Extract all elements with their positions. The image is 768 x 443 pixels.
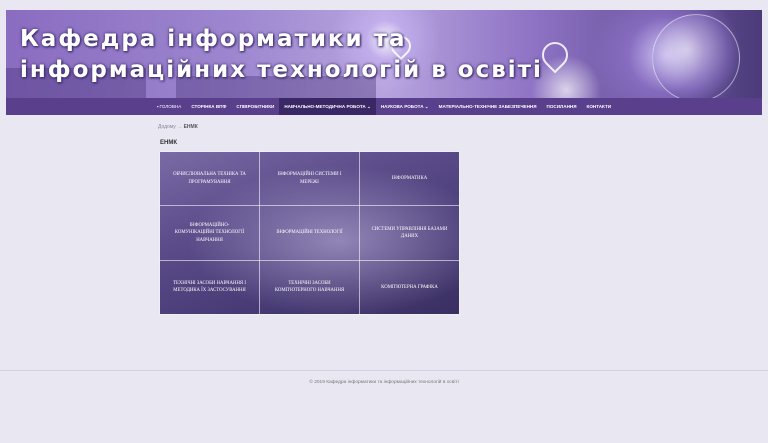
tile-information-systems-networks[interactable]: Інформаційні системи і мережі [259,150,360,207]
tile-ict-learning[interactable]: Інформаційно-комунікаційні технології на… [159,205,260,261]
tile-teaching-aids-methods[interactable]: Технічні засоби навчання і методика їх з… [159,259,260,315]
breadcrumb-separator: → [177,124,183,130]
home-icon: ▪ [156,104,159,109]
nav-item-contacts[interactable]: Контакти [582,98,617,115]
tile-informatics[interactable]: Інформатика [359,150,460,207]
nav-item-home[interactable]: ▪ Головна [152,98,186,115]
nav-item-staff[interactable]: Співробітники [231,98,279,115]
breadcrumb-current: ЕНМК [183,124,198,130]
site-title-line1: Кафедра інформатики та [20,26,407,52]
breadcrumb: Додому → ЕНМК [158,124,198,130]
nav-item-teaching-work[interactable]: Навчально-методична робота ⌄ [279,98,376,115]
tile-computer-learning-aids[interactable]: Технічні засоби комп'ютерного навчання [259,259,360,315]
site-title-line2: інформаційних технологій в освіті [20,57,543,83]
nav-item-research[interactable]: Наукова робота ⌄ [376,98,434,115]
course-tiles-grid: Обчислювальна техніка та програмування І… [159,150,460,315]
nav-item-label: Головна [159,104,182,109]
tile-database-management[interactable]: Системи управління базами даних [359,205,460,261]
nav-item-department-page[interactable]: Сторінка ВПФ [186,98,231,115]
tile-computer-graphics[interactable]: Комп'ютерна графіка [359,259,460,315]
footer-copyright: © 2019 Кафедра інформатики та інформацій… [309,380,459,385]
footer-divider [0,370,768,371]
nav-item-equipment[interactable]: Матеріально-технічне забезпечення [434,98,542,115]
breadcrumb-home-link[interactable]: Додому [158,124,176,130]
header-banner: Кафедра інформатики та інформаційних тех… [6,10,762,98]
nav-item-links[interactable]: Посилання [542,98,582,115]
page-title: ЕНМК [160,140,177,146]
main-navigation: ▪ Головна Сторінка ВПФ Співробітники Навч… [6,98,762,115]
tile-computing-programming[interactable]: Обчислювальна техніка та програмування [159,150,260,207]
tile-information-technologies[interactable]: Інформаційні технології [259,205,360,261]
globe-icon [652,14,740,98]
